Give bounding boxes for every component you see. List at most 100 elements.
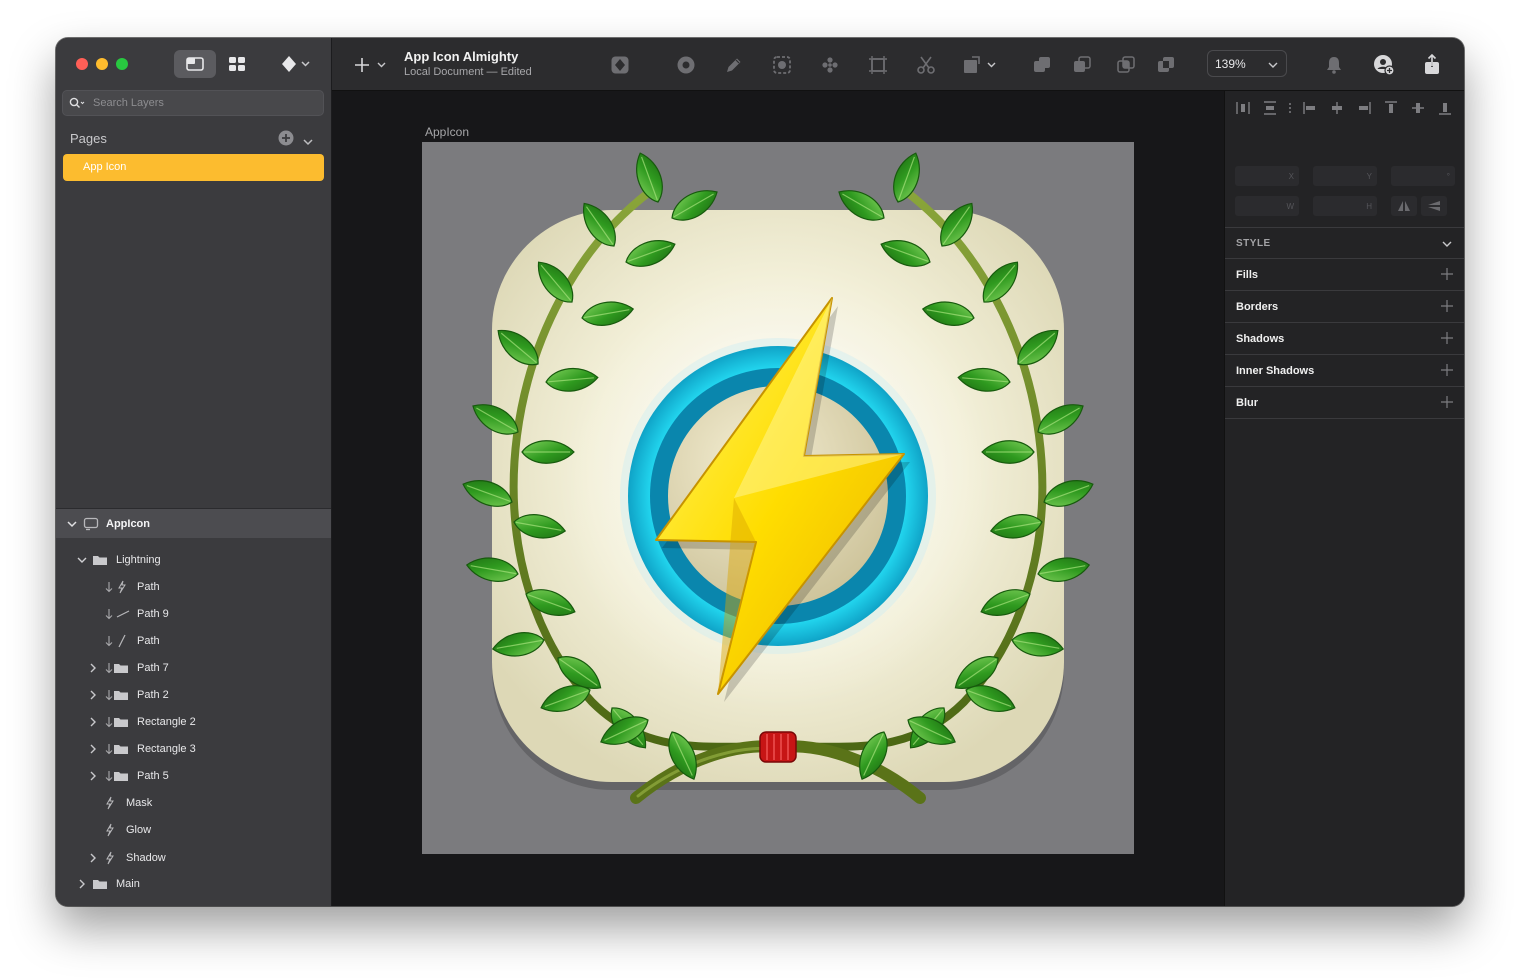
style-header[interactable]: STYLE [1225, 227, 1464, 259]
inner-shadows-label: Inner Shadows [1236, 364, 1315, 377]
chevron-right-icon[interactable] [89, 771, 97, 781]
artboard-title[interactable]: AppIcon [425, 125, 469, 139]
flip-horizontal-icon [1398, 201, 1410, 211]
app-window: Pages App Icon Ap [56, 38, 1464, 906]
width-field[interactable]: W [1235, 196, 1299, 216]
notifications-button[interactable] [1322, 53, 1346, 77]
union-button[interactable] [1030, 53, 1054, 77]
add-fill-icon[interactable] [1441, 268, 1453, 280]
layer-label: Glow [126, 824, 152, 836]
canvas-view-icon [186, 57, 204, 71]
more-options-icon[interactable] [1287, 101, 1293, 115]
layer-label: Path [137, 581, 160, 593]
lightning-path-icon [118, 580, 126, 594]
line-path-icon [116, 610, 130, 618]
components-menu-button[interactable] [274, 50, 318, 78]
collaborators-button[interactable] [1372, 53, 1396, 77]
collapse-pages-button[interactable] [303, 133, 313, 151]
chevron-right-icon[interactable] [89, 717, 97, 727]
bell-icon [1327, 57, 1341, 74]
scale-button[interactable] [818, 53, 842, 77]
folder-icon [93, 556, 107, 565]
align-left-icon[interactable] [1303, 101, 1317, 115]
artboard-layer-label: AppIcon [106, 517, 150, 530]
layer-label: Rectangle 2 [137, 716, 196, 728]
shadows-section[interactable]: Shadows [1225, 323, 1464, 355]
lightning-path-icon [106, 796, 114, 810]
page-item-app-icon[interactable]: App Icon [63, 154, 324, 181]
layers-panel: AppIcon Lightning Path Path 9 Path Path … [56, 508, 331, 906]
chevron-right-icon[interactable] [89, 853, 97, 863]
plus-circle-icon [278, 130, 294, 146]
create-symbol-button[interactable] [608, 53, 632, 77]
canvas-view-button[interactable] [174, 50, 216, 78]
align-center-horizontal-icon[interactable] [1330, 101, 1344, 115]
insert-menu-button[interactable] [352, 53, 392, 77]
canvas[interactable]: AppIcon [332, 91, 1224, 906]
blur-label: Blur [1236, 396, 1258, 409]
close-window-button[interactable] [76, 58, 88, 70]
share-button[interactable] [1420, 53, 1444, 77]
height-field[interactable]: H [1313, 196, 1377, 216]
borders-section[interactable]: Borders [1225, 291, 1464, 323]
document-title: App Icon Almighty [404, 49, 519, 64]
distribute-vertical-icon[interactable] [1263, 101, 1277, 115]
add-shadow-icon[interactable] [1441, 332, 1453, 344]
mask-button[interactable] [770, 53, 794, 77]
chevron-right-icon[interactable] [89, 663, 97, 673]
share-icon [1425, 54, 1439, 74]
subtract-button[interactable] [1070, 53, 1094, 77]
search-icon [69, 97, 85, 108]
chevron-right-icon[interactable] [89, 690, 97, 700]
add-border-icon[interactable] [1441, 300, 1453, 312]
intersect-button[interactable] [1114, 53, 1138, 77]
layer-label: Shadow [126, 852, 166, 864]
folder-icon [93, 880, 107, 889]
minimize-window-button[interactable] [96, 58, 108, 70]
app-icon-artwork[interactable] [422, 142, 1134, 854]
union-icon [1034, 57, 1050, 72]
zoom-window-button[interactable] [116, 58, 128, 70]
add-inner-shadow-icon[interactable] [1441, 364, 1453, 376]
search-layers-box[interactable] [62, 90, 324, 116]
folder-icon [114, 691, 128, 700]
difference-button[interactable] [1154, 53, 1178, 77]
inner-shadows-section[interactable]: Inner Shadows [1225, 355, 1464, 387]
blur-section[interactable]: Blur [1225, 387, 1464, 419]
difference-icon [1158, 57, 1174, 72]
flip-vertical-button[interactable] [1421, 196, 1447, 216]
distribute-horizontal-icon[interactable] [1236, 101, 1250, 115]
zoom-dropdown[interactable]: 139% [1207, 50, 1287, 77]
chevron-down-icon[interactable] [77, 556, 87, 564]
resize-icon [964, 56, 996, 73]
flip-horizontal-button[interactable] [1391, 196, 1417, 216]
chevron-right-icon[interactable] [78, 879, 86, 889]
resize-menu-button[interactable] [962, 53, 1002, 77]
artboard-layer-row[interactable]: AppIcon [56, 509, 331, 538]
folder-icon [114, 772, 128, 781]
edit-button[interactable] [722, 53, 746, 77]
grid-view-button[interactable] [216, 50, 258, 78]
rotation-field[interactable]: ° [1391, 166, 1455, 186]
chevron-down-icon[interactable] [67, 520, 77, 528]
align-top-icon[interactable] [1384, 101, 1398, 115]
align-bottom-icon[interactable] [1438, 101, 1452, 115]
fills-section[interactable]: Fills [1225, 259, 1464, 291]
create-overlay-button[interactable] [674, 53, 698, 77]
y-field[interactable]: Y [1313, 166, 1377, 186]
flatten-button[interactable] [866, 53, 890, 77]
align-middle-vertical-icon[interactable] [1411, 101, 1425, 115]
add-page-button[interactable] [278, 130, 294, 151]
add-blur-icon[interactable] [1441, 396, 1453, 408]
scissors-button[interactable] [914, 53, 938, 77]
layer-label: Path 7 [137, 662, 169, 674]
x-field[interactable]: X [1235, 166, 1299, 186]
search-input[interactable] [91, 96, 315, 110]
borders-label: Borders [1236, 300, 1279, 313]
mask-arrow-icon [105, 690, 113, 701]
chevron-right-icon[interactable] [89, 744, 97, 754]
artboard[interactable] [422, 142, 1134, 854]
scissors-icon [917, 56, 935, 74]
align-right-icon[interactable] [1357, 101, 1371, 115]
mask-arrow-icon [105, 609, 113, 620]
